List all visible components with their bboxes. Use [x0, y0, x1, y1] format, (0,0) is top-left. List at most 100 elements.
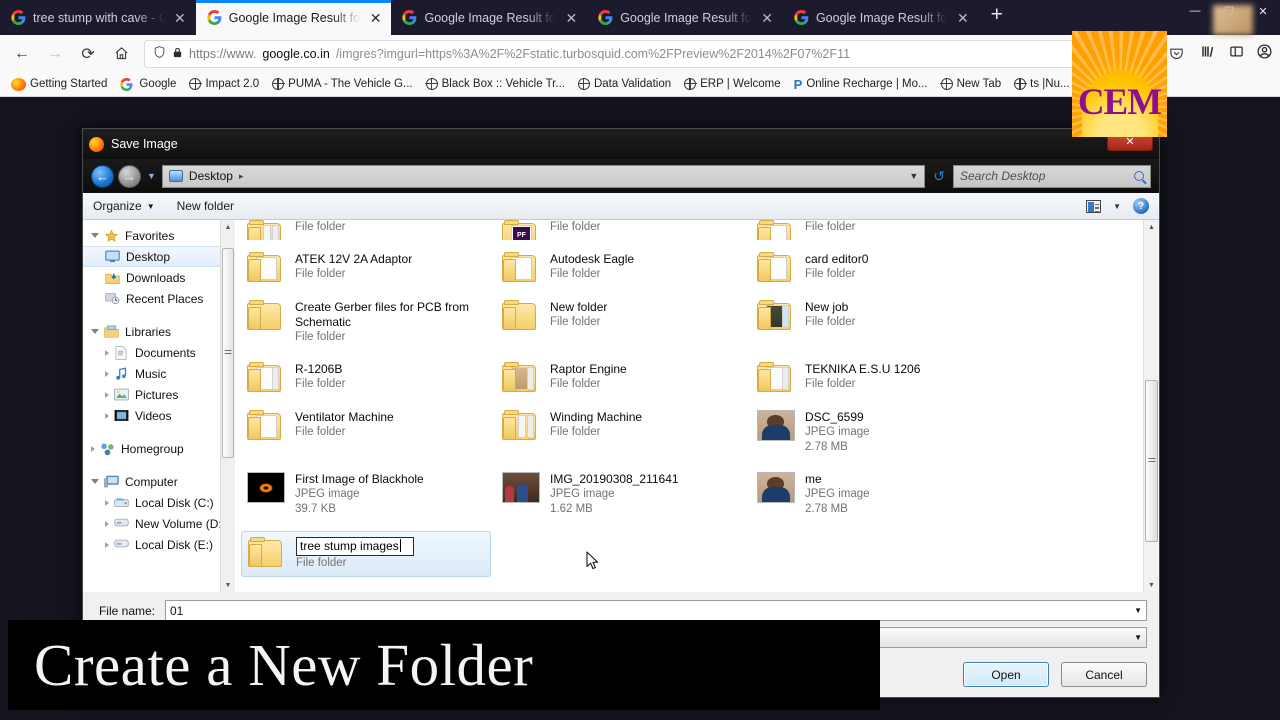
sidebar-item-videos[interactable]: Videos [83, 405, 235, 426]
sidebar-item-homegroup[interactable]: Homegroup [83, 438, 235, 459]
scroll-up-icon[interactable]: ▲ [221, 220, 235, 234]
search-desktop-input[interactable]: Search Desktop [953, 164, 1151, 188]
expander-icon[interactable] [91, 329, 99, 334]
file-name-input[interactable]: 01 ▼ [165, 600, 1147, 621]
change-view-icon[interactable] [1086, 199, 1102, 213]
account-icon[interactable] [1256, 43, 1273, 65]
bookmark-item[interactable]: Black Box :: Vehicle Tr... [421, 76, 570, 92]
expander-icon[interactable] [105, 370, 109, 377]
refresh-icon[interactable]: ↺ [929, 168, 949, 185]
expander-icon[interactable] [91, 479, 99, 484]
bookmark-item[interactable]: New Tab [936, 76, 1007, 92]
recent-locations-caret-icon[interactable]: ▼ [145, 171, 158, 181]
expander-icon[interactable] [91, 233, 99, 238]
chevron-down-icon[interactable]: ▼ [1134, 606, 1142, 615]
breadcrumb-dropdown-icon[interactable]: ▼ [909, 171, 918, 181]
tab-close-icon[interactable]: ✕ [368, 11, 384, 25]
file-item[interactable]: PF File folder [496, 220, 751, 240]
file-item[interactable]: R-1206B File folder [241, 357, 496, 398]
sidebar-item-documents[interactable]: Documents [83, 342, 235, 363]
browser-tab[interactable]: Google Image Result for h ✕ [587, 0, 783, 35]
sidebar-item-local-disk-c[interactable]: Local Disk (C:) [83, 492, 235, 513]
bookmark-item[interactable]: Impact 2.0 [184, 76, 264, 92]
sidebar-scrollbar[interactable]: ▲ ▼ [220, 220, 235, 592]
file-item[interactable]: New folder File folder [496, 295, 751, 350]
bookmark-item[interactable]: PUMA - The Vehicle G... [267, 76, 417, 92]
forward-button[interactable]: → [40, 40, 70, 68]
reload-button[interactable]: ⟳ [73, 40, 103, 68]
file-item[interactable]: ATEK 12V 2A Adaptor File folder [241, 247, 496, 288]
bookmark-item[interactable]: Getting Started [6, 76, 112, 93]
browser-tab-active[interactable]: Google Image Result for h ✕ [195, 0, 392, 35]
new-tab-button[interactable]: + [979, 4, 1013, 31]
sidebar-item-music[interactable]: Music [83, 363, 235, 384]
cancel-button[interactable]: Cancel [1061, 662, 1147, 687]
expander-icon[interactable] [105, 541, 109, 548]
address-breadcrumb-bar[interactable]: Desktop ▸ ▼ [161, 164, 926, 188]
bookmark-item[interactable]: P Online Recharge | Mo... [789, 75, 933, 94]
sidebar-item-favorites[interactable]: Favorites [83, 225, 235, 246]
file-item[interactable]: Ventilator Machine File folder [241, 405, 496, 460]
tab-close-icon[interactable]: ✕ [955, 11, 971, 25]
file-item[interactable]: DSC_6599 JPEG image 2.78 MB [751, 405, 1006, 460]
expander-icon[interactable] [91, 445, 95, 452]
scroll-up-icon[interactable]: ▲ [1144, 220, 1159, 234]
scroll-down-icon[interactable]: ▼ [1144, 578, 1159, 592]
file-item[interactable]: TEKNIKA E.S.U 1206 File folder [751, 357, 1006, 398]
expander-icon[interactable] [105, 349, 109, 356]
new-folder-button[interactable]: New folder [177, 199, 234, 213]
url-bar[interactable]: https://www. google.co.in/imgres?imgurl=h… [144, 39, 1125, 68]
tab-close-icon[interactable]: ✕ [563, 11, 579, 25]
bookmark-item[interactable]: ts |Nu... [1009, 76, 1074, 92]
sidebar-item-libraries[interactable]: Libraries [83, 321, 235, 342]
sidebar-icon[interactable] [1228, 44, 1245, 64]
browser-tab[interactable]: Google Image Result for h ✕ [783, 0, 979, 35]
expander-icon[interactable] [105, 391, 109, 398]
bookmark-item[interactable]: ERP | Welcome [679, 76, 786, 92]
sidebar-item-local-disk-e[interactable]: Local Disk (E:) [83, 534, 235, 555]
file-item[interactable]: Winding Machine File folder [496, 405, 751, 460]
file-item[interactable]: Raptor Engine File folder [496, 357, 751, 398]
file-item[interactable]: card editor0 File folder [751, 247, 1006, 288]
file-list-scroll-thumb[interactable] [1145, 380, 1158, 542]
sidebar-item-pictures[interactable]: Pictures [83, 384, 235, 405]
sidebar-item-recent-places[interactable]: Recent Places [83, 288, 235, 309]
expander-icon[interactable] [105, 499, 109, 506]
browser-tab[interactable]: tree stump with cave - Go ✕ [0, 0, 196, 35]
dialog-back-button[interactable]: ← [91, 164, 114, 188]
expander-icon[interactable] [105, 412, 109, 419]
tab-close-icon[interactable]: ✕ [172, 11, 188, 25]
help-icon[interactable]: ? [1133, 198, 1149, 214]
home-button[interactable] [106, 40, 136, 68]
scroll-down-icon[interactable]: ▼ [221, 578, 235, 592]
sidebar-item-new-volume-d[interactable]: New Volume (D:) [83, 513, 235, 534]
file-item[interactable]: IMG_20190308_211641 JPEG image 1.62 MB [496, 467, 751, 522]
bookmark-item[interactable]: Google [115, 76, 181, 93]
bookmark-item[interactable]: Data Validation [573, 76, 676, 92]
sidebar-item-computer[interactable]: Computer [83, 471, 235, 492]
sidebar-scroll-thumb[interactable] [222, 248, 234, 458]
file-item[interactable]: File folder [241, 220, 496, 240]
sidebar-item-desktop[interactable]: Desktop [83, 246, 235, 267]
file-item-renaming[interactable]: tree stump images File folder [241, 531, 491, 577]
rename-input[interactable]: tree stump images [296, 537, 414, 556]
dialog-forward-button[interactable]: → [118, 164, 141, 188]
file-item[interactable]: me JPEG image 2.78 MB [751, 467, 1006, 522]
expander-icon[interactable] [105, 520, 109, 527]
sidebar-item-downloads[interactable]: Downloads [83, 267, 235, 288]
minimize-button[interactable]: — [1178, 0, 1212, 22]
tab-close-icon[interactable]: ✕ [759, 11, 775, 25]
breadcrumb-label[interactable]: Desktop [189, 169, 233, 183]
file-item[interactable]: First Image of Blackhole JPEG image 39.7… [241, 467, 496, 522]
file-item[interactable]: Autodesk Eagle File folder [496, 247, 751, 288]
open-button[interactable]: Open [963, 662, 1049, 687]
view-chevron-down-icon[interactable]: ▼ [1113, 202, 1121, 211]
library-icon[interactable] [1200, 44, 1217, 64]
browser-tab[interactable]: Google Image Result for h ✕ [391, 0, 587, 35]
back-button[interactable]: ← [7, 40, 37, 68]
organize-button[interactable]: Organize ▼ [93, 199, 155, 213]
file-item[interactable]: New job File folder [751, 295, 1006, 350]
chevron-down-icon[interactable]: ▼ [1134, 633, 1142, 642]
file-item[interactable]: Create Gerber files for PCB from Schemat… [241, 295, 496, 350]
file-item[interactable]: File folder [751, 220, 1006, 240]
